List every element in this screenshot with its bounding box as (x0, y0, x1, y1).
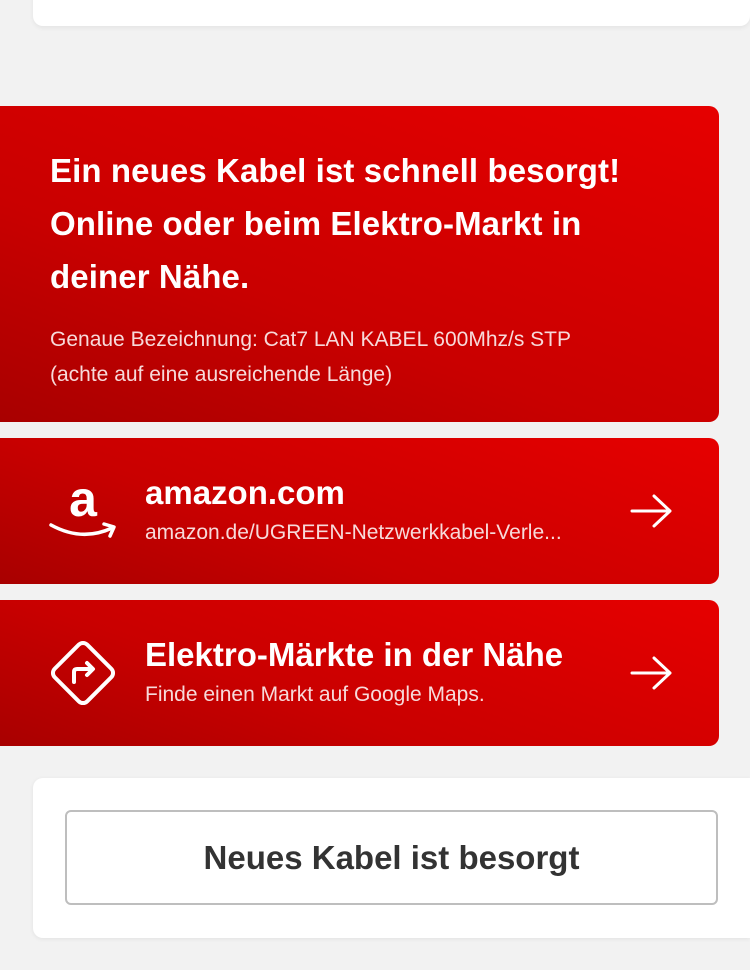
svg-text:a: a (69, 474, 98, 527)
info-card-subtitle: Genaue Bezeichnung: Cat7 LAN KABEL 600Mh… (50, 322, 669, 392)
cable-obtained-button[interactable]: Neues Kabel ist besorgt (65, 810, 718, 905)
maps-link-text: Elektro-Märkte in der Nähe Finde einen M… (145, 635, 599, 711)
info-card-title: Ein neues Kabel ist schnell besorgt! Onl… (50, 152, 621, 295)
cable-spec-text: Genaue Bezeichnung: Cat7 LAN KABEL 600Mh… (50, 328, 572, 351)
amazon-logo-icon: a (46, 474, 120, 548)
amazon-link-text: amazon.com amazon.de/UGREEN-Netzwerkkabe… (145, 473, 599, 549)
arrow-right-icon (630, 656, 672, 690)
amazon-link-card[interactable]: a amazon.com amazon.de/UGREEN-Netzwerkka… (0, 438, 719, 584)
arrow-right-icon (630, 494, 672, 528)
maps-link-title: Elektro-Märkte in der Nähe (145, 636, 564, 673)
directions-icon (46, 636, 120, 710)
maps-link-subtitle: Finde einen Markt auf Google Maps. (145, 683, 485, 706)
cable-info-card: Ein neues Kabel ist schnell besorgt! Onl… (0, 106, 719, 422)
cable-length-hint: (achte auf eine ausreichende Länge) (50, 363, 393, 386)
amazon-link-url: amazon.de/UGREEN-Netzwerkkabel-Verle... (145, 521, 562, 544)
maps-link-card[interactable]: Elektro-Märkte in der Nähe Finde einen M… (0, 600, 719, 746)
confirm-card: Neues Kabel ist besorgt (33, 778, 750, 938)
amazon-link-title: amazon.com (145, 474, 345, 511)
previous-card (33, 0, 750, 26)
